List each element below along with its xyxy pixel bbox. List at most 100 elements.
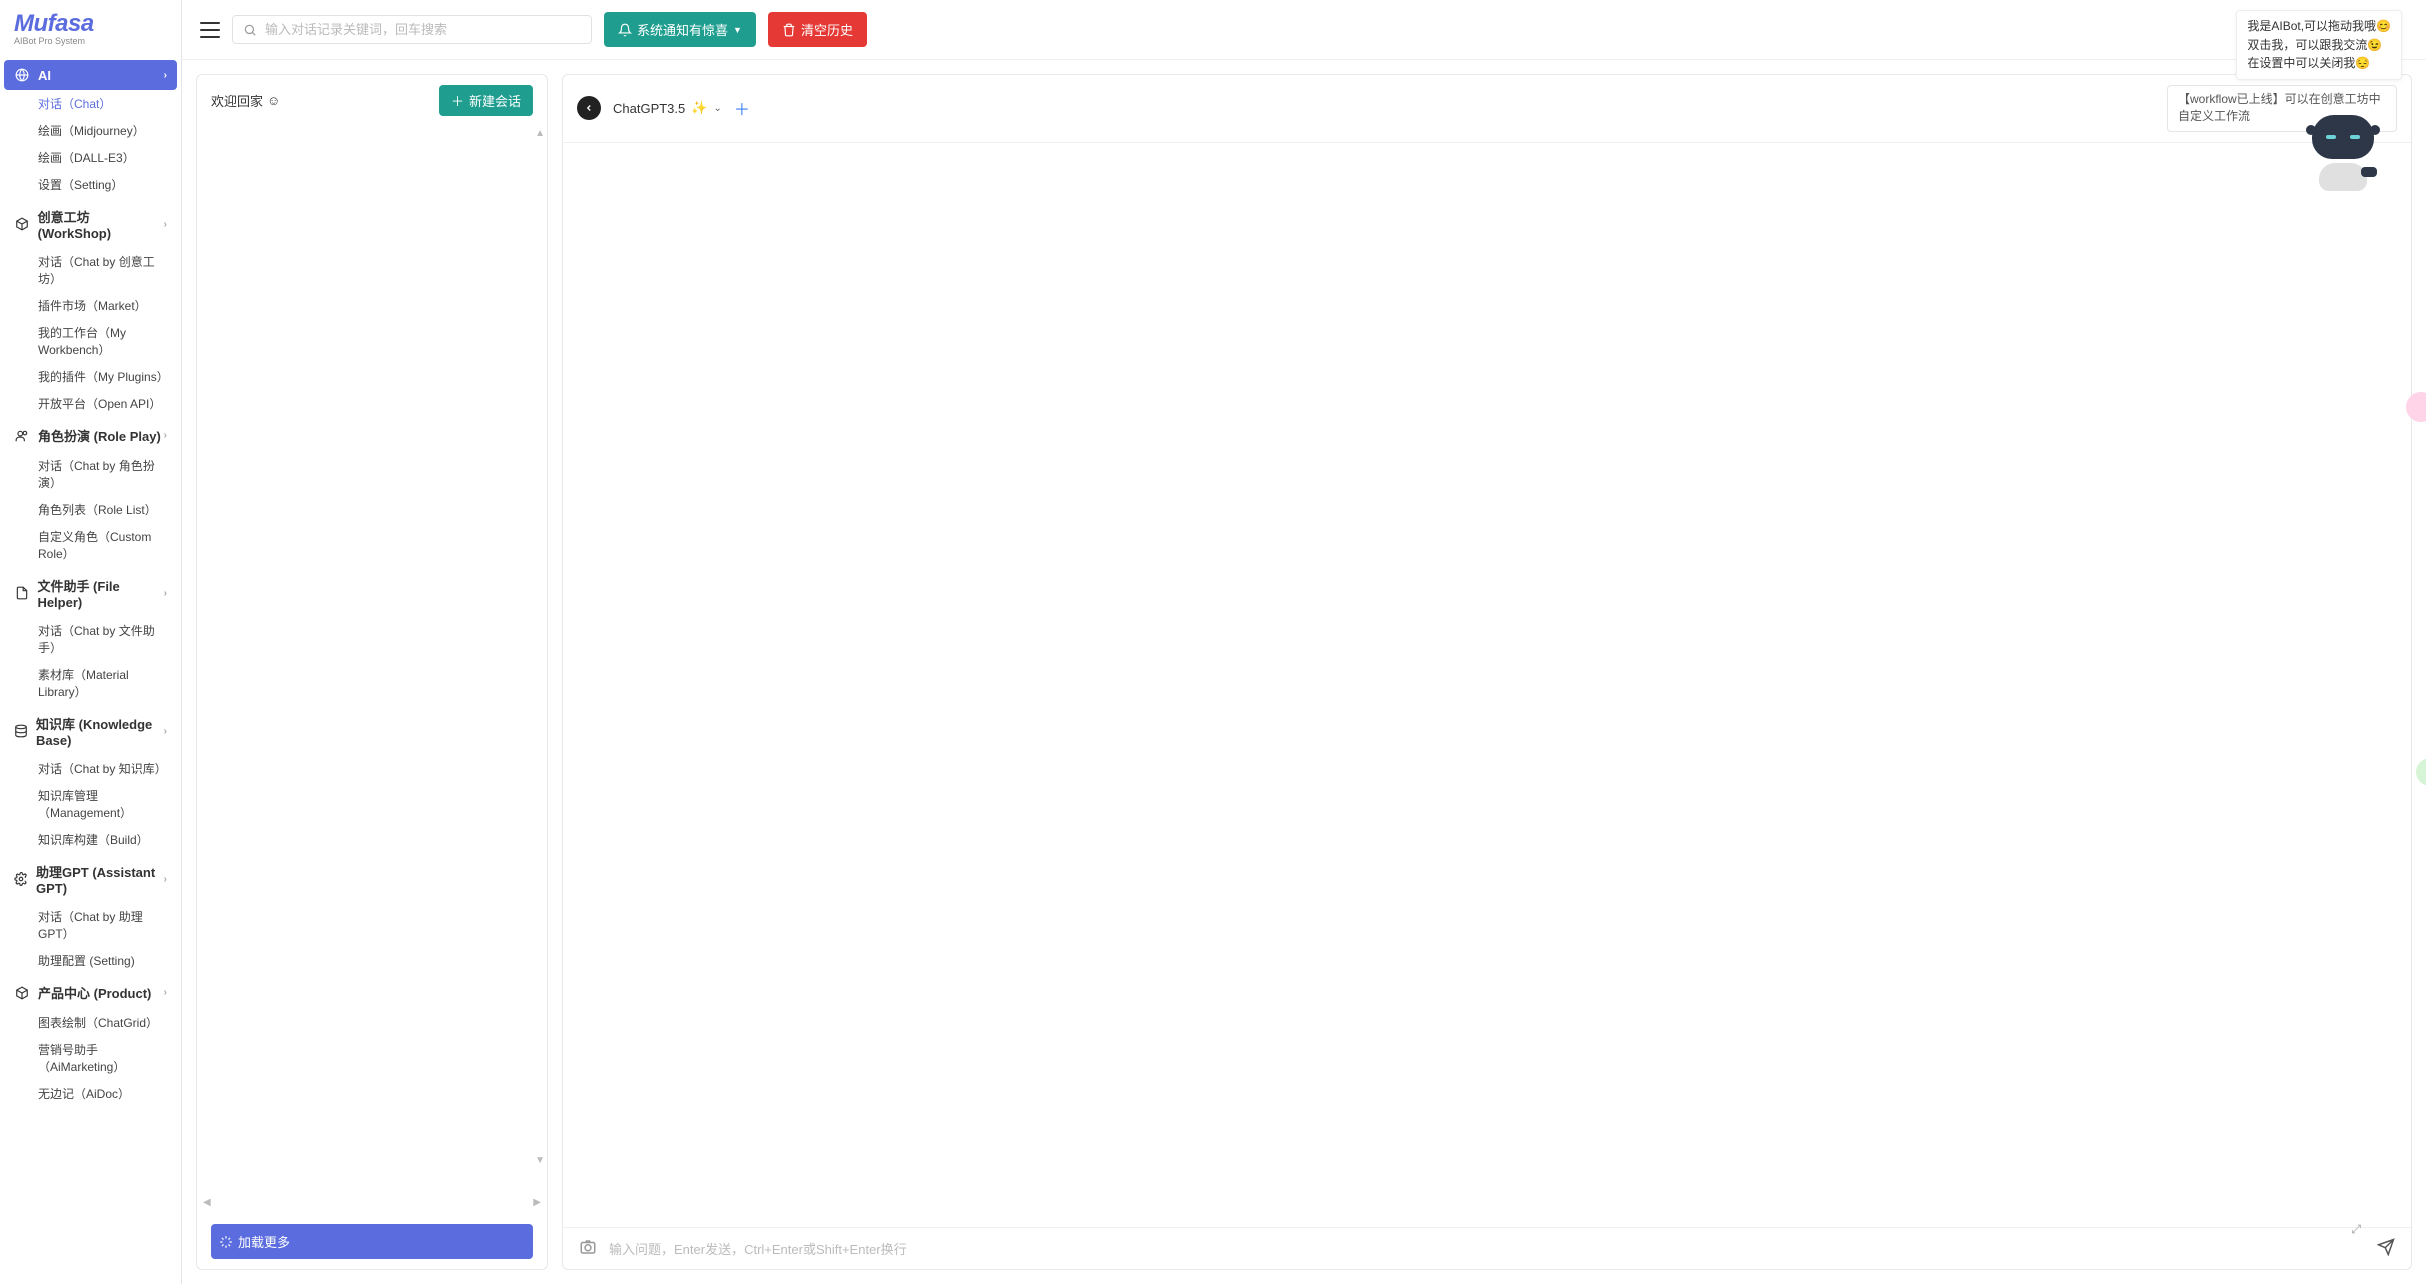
cube-icon: [14, 216, 30, 232]
nav-workshop-plugins[interactable]: 我的插件（My Plugins）: [4, 363, 177, 390]
clear-history-button[interactable]: 清空历史: [768, 12, 867, 47]
nav-product-aimarketing[interactable]: 营销号助手（AiMarketing）: [4, 1036, 177, 1080]
nav-filehelper-library[interactable]: 素材库（Material Library）: [4, 661, 177, 705]
nav-kb[interactable]: 知识库 (Knowledge Base) ›: [4, 707, 177, 755]
tip-line3: 在设置中可以关闭我: [2247, 56, 2355, 70]
globe-icon: [14, 67, 30, 83]
nav-assistant[interactable]: 助理GPT (Assistant GPT) ›: [4, 855, 177, 903]
nav-assistant-chat[interactable]: 对话（Chat by 助理GPT）: [4, 903, 177, 947]
chevron-right-icon: ›: [164, 588, 167, 599]
nav-roleplay-chat[interactable]: 对话（Chat by 角色扮演）: [4, 452, 177, 496]
nav-kb-build[interactable]: 知识库构建（Build）: [4, 826, 177, 853]
gear-icon: [14, 871, 28, 887]
chat-input-bar: ⤢ 输入问题，Enter发送，Ctrl+Enter或Shift+Enter换行: [563, 1227, 2411, 1269]
nav-ai-label: AI: [38, 68, 51, 83]
chevron-right-icon: ›: [164, 219, 167, 230]
nav-roleplay-label: 角色扮演 (Role Play): [38, 426, 161, 445]
wink-emoji: 😉: [2367, 36, 2382, 55]
workflow-notice: 【workflow已上线】可以在创意工坊中自定义工作流: [2167, 85, 2397, 132]
chevron-right-icon: ›: [164, 874, 167, 885]
search-icon: [243, 23, 257, 37]
model-selector[interactable]: ChatGPT3.5 ✨ ⌄: [613, 100, 722, 116]
conversation-list-panel: 欢迎回家 ☺ ＋ 新建会话 ▲ ▼ ◀ ▶: [196, 74, 548, 1270]
nav-filehelper-chat[interactable]: 对话（Chat by 文件助手）: [4, 617, 177, 661]
nav-ai-midjourney[interactable]: 绘画（Midjourney）: [4, 117, 177, 144]
nav-kb-management[interactable]: 知识库管理（Management）: [4, 782, 177, 826]
model-name: ChatGPT3.5: [613, 101, 685, 116]
spinner-icon: [219, 1235, 233, 1249]
load-more-label: 加载更多: [238, 1232, 290, 1251]
topbar: 系统通知有惊喜 ▼ 清空历史: [182, 0, 2426, 60]
new-chat-label: 新建会话: [469, 91, 521, 110]
scroll-up-icon[interactable]: ▲: [535, 128, 545, 139]
nav-product[interactable]: 产品中心 (Product) ›: [4, 976, 177, 1009]
clear-label: 清空历史: [801, 20, 853, 39]
scroll-right-icon[interactable]: ▶: [533, 1197, 541, 1208]
nav-ai-dalle[interactable]: 绘画（DALL-E3）: [4, 144, 177, 171]
database-icon: [14, 723, 28, 739]
nav-ai-chat[interactable]: 对话（Chat）: [4, 90, 177, 117]
content: 欢迎回家 ☺ ＋ 新建会话 ▲ ▼ ◀ ▶: [182, 60, 2426, 1284]
chat-panel: ChatGPT3.5 ✨ ⌄ ＋ 【workflow已上线】可以在创意工坊中自定…: [562, 74, 2412, 1270]
nav-product-label: 产品中心 (Product): [38, 983, 151, 1002]
scroll-down-icon[interactable]: ▼: [535, 1155, 545, 1166]
expand-icon[interactable]: ⤢: [2351, 1222, 2361, 1237]
nav-filehelper-label: 文件助手 (File Helper): [37, 576, 163, 610]
system-notify-button[interactable]: 系统通知有惊喜 ▼: [604, 12, 756, 47]
caret-down-icon: ▼: [733, 25, 742, 35]
camera-icon[interactable]: [579, 1238, 597, 1259]
trash-icon: [782, 23, 796, 37]
nav-filehelper[interactable]: 文件助手 (File Helper) ›: [4, 569, 177, 617]
sidebar: Mufasa AIBot Pro System AI › 对话（Chat） 绘画…: [0, 0, 182, 1284]
nav-workshop-workbench[interactable]: 我的工作台（My Workbench）: [4, 319, 177, 363]
tip-line1: 我是AIBot,可以拖动我哦: [2247, 19, 2376, 33]
aibot-tip: 我是AIBot,可以拖动我哦😊 双击我，可以跟我交流😉 在设置中可以关闭我😔: [2236, 10, 2402, 80]
scroll-left-icon[interactable]: ◀: [203, 1197, 211, 1208]
nav-product-aidoc[interactable]: 无边记（AiDoc）: [4, 1080, 177, 1107]
blush-emoji: 😊: [2376, 17, 2391, 36]
nav-product-chatgrid[interactable]: 图表绘制（ChatGrid）: [4, 1009, 177, 1036]
smile-emoji: ☺: [267, 93, 280, 108]
chevron-right-icon: ›: [164, 987, 167, 998]
search-box[interactable]: [232, 15, 592, 44]
sad-emoji: 😔: [2355, 54, 2370, 73]
nav-assistant-setting[interactable]: 助理配置 (Setting): [4, 947, 177, 974]
nav-workshop-chat[interactable]: 对话（Chat by 创意工坊）: [4, 248, 177, 292]
nav-roleplay[interactable]: 角色扮演 (Role Play) ›: [4, 419, 177, 452]
bell-icon: [618, 23, 632, 37]
tip-line2: 双击我，可以跟我交流: [2247, 38, 2367, 52]
load-more-button[interactable]: 加载更多: [211, 1224, 533, 1259]
add-model-button[interactable]: ＋: [734, 96, 750, 120]
nav-workshop-label: 创意工坊 (WorkShop): [38, 207, 164, 241]
nav-ai[interactable]: AI ›: [4, 60, 177, 90]
menu-toggle[interactable]: [200, 22, 220, 38]
nav-workshop-market[interactable]: 插件市场（Market）: [4, 292, 177, 319]
plus-icon: ＋: [451, 91, 464, 110]
send-button[interactable]: [2377, 1238, 2395, 1259]
nav-kb-label: 知识库 (Knowledge Base): [36, 714, 164, 748]
chevron-right-icon: ›: [164, 430, 167, 441]
welcome-text: 欢迎回家 ☺: [211, 91, 280, 110]
file-icon: [14, 585, 29, 601]
nav-workshop[interactable]: 创意工坊 (WorkShop) ›: [4, 200, 177, 248]
chevron-down-icon: ⌄: [713, 103, 721, 114]
package-icon: [14, 985, 30, 1001]
nav-kb-chat[interactable]: 对话（Chat by 知识库）: [4, 755, 177, 782]
chat-input[interactable]: 输入问题，Enter发送，Ctrl+Enter或Shift+Enter换行: [609, 1239, 2365, 1258]
chat-messages: [563, 143, 2411, 1227]
nav-menu: AI › 对话（Chat） 绘画（Midjourney） 绘画（DALL-E3）…: [0, 58, 181, 1284]
chevron-right-icon: ›: [164, 726, 167, 737]
users-icon: [14, 428, 30, 444]
chat-header: ChatGPT3.5 ✨ ⌄ ＋ 【workflow已上线】可以在创意工坊中自定…: [563, 75, 2411, 143]
nav-roleplay-custom[interactable]: 自定义角色（Custom Role）: [4, 523, 177, 567]
nav-ai-setting[interactable]: 设置（Setting）: [4, 171, 177, 198]
search-input[interactable]: [265, 22, 581, 37]
back-button[interactable]: [577, 96, 601, 120]
notify-label: 系统通知有惊喜: [637, 20, 728, 39]
nav-roleplay-list[interactable]: 角色列表（Role List）: [4, 496, 177, 523]
main-area: 我是AIBot,可以拖动我哦😊 双击我，可以跟我交流😉 在设置中可以关闭我😔 系…: [182, 0, 2426, 1284]
conversation-list[interactable]: ▲ ▼: [197, 126, 547, 1196]
new-chat-button[interactable]: ＋ 新建会话: [439, 85, 533, 116]
nav-workshop-openapi[interactable]: 开放平台（Open API）: [4, 390, 177, 417]
nav-assistant-label: 助理GPT (Assistant GPT): [36, 862, 164, 896]
